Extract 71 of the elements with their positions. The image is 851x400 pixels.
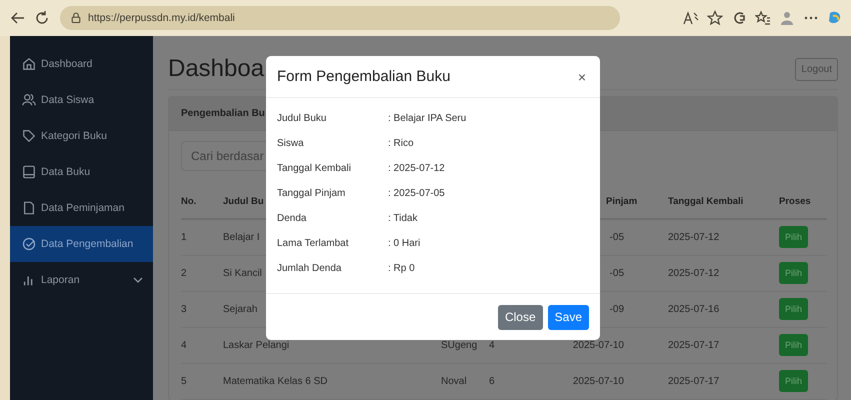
table-cell: 2025-07-10 — [572, 376, 624, 386]
field-value: : 2025-07-12 — [388, 163, 445, 174]
save-button[interactable]: Save — [548, 304, 589, 330]
back-icon[interactable] — [10, 10, 26, 26]
table-cell: 2025-07-16 — [668, 304, 720, 314]
table-cell: 2025-07-17 — [668, 340, 720, 350]
column-header: Judul Bu — [223, 196, 264, 207]
close-button[interactable]: Close — [498, 304, 543, 330]
logout-button[interactable]: Logout — [795, 58, 838, 80]
table-cell: Sejarah — [223, 304, 258, 314]
sidebar-item[interactable]: Kategori Buku — [10, 118, 153, 154]
sidebar-item[interactable]: Data Buku — [10, 154, 153, 190]
field-label: Jumlah Denda — [277, 263, 342, 274]
table-cell: 2 — [181, 268, 187, 278]
field-value: : Rico — [388, 138, 414, 149]
table-cell: 2025-07-12 — [668, 268, 720, 278]
table-cell: 4 — [181, 340, 187, 350]
tablet-icon — [22, 165, 36, 179]
sidebar-item[interactable]: Laporan — [10, 262, 153, 298]
reload-icon[interactable] — [34, 10, 50, 26]
modal-title: Form Pengembalian Buku — [277, 68, 450, 85]
url-text: https://perpussdn.my.id/kembali — [88, 12, 235, 24]
table-cell: Matematika Kelas 6 SD — [223, 376, 328, 386]
column-header: Pinjam — [606, 196, 638, 207]
sidebar-item[interactable]: Data Pengembalian — [10, 226, 153, 262]
field-value: : Belajar IPA Seru — [388, 113, 466, 124]
house-icon — [22, 57, 36, 71]
table-cell: 3 — [181, 304, 187, 314]
table-cell: 2025-07-17 — [668, 376, 720, 386]
chevron-down-icon[interactable] — [133, 275, 143, 285]
table-cell: 4 — [489, 340, 495, 350]
field-label: Lama Terlambat — [277, 238, 350, 249]
table-cell: Laskar Pelangi — [223, 340, 290, 350]
table-cell: -05 — [610, 232, 624, 243]
star-icon[interactable] — [707, 10, 723, 26]
table-cell: -05 — [610, 268, 624, 278]
table-cell: 2025-07-10 — [572, 340, 624, 350]
sidebar-item[interactable]: Dashboard — [10, 46, 153, 82]
table-cell: 1 — [181, 232, 187, 243]
favorites-icon[interactable] — [755, 10, 771, 26]
file-icon — [22, 201, 36, 215]
column-header: Proses — [779, 196, 811, 207]
table-cell: 6 — [489, 376, 495, 386]
check-circle-icon — [22, 237, 36, 251]
users-icon — [22, 93, 36, 107]
field-label: Tanggal Pinjam — [277, 188, 346, 199]
column-header: No. — [181, 196, 196, 207]
sidebar-item[interactable]: Data Siswa — [10, 82, 153, 118]
table-cell: SUgeng — [441, 340, 478, 350]
field-label: Tanggal Kembali — [277, 163, 352, 174]
table-cell: -09 — [610, 304, 624, 314]
field-value: : 0 Hari — [388, 238, 420, 249]
table-cell: 2025-07-12 — [668, 232, 720, 243]
field-label: Denda — [277, 213, 308, 224]
field-label: Siswa — [277, 138, 305, 149]
field-label: Judul Buku — [277, 113, 328, 124]
page-title: Dashboa — [168, 55, 264, 83]
table-cell: Si Kancil — [223, 268, 262, 278]
table-cell: Belajar I — [223, 232, 260, 243]
tag-icon — [22, 129, 36, 143]
column-header: Tanggal Kembali — [668, 196, 744, 207]
sidebar-item[interactable]: Data Peminjaman — [10, 190, 153, 226]
table-cell: Noval — [441, 376, 467, 386]
address-bar[interactable]: https://perpussdn.my.id/kembali — [60, 6, 620, 30]
field-value: : 2025-07-05 — [388, 188, 445, 199]
lock-icon — [70, 12, 82, 24]
table-cell: 5 — [181, 376, 187, 386]
field-value: : Tidak — [388, 213, 418, 224]
field-value: : Rp 0 — [388, 263, 415, 274]
read-aloud-icon[interactable] — [683, 10, 699, 26]
close-button[interactable]: × — [576, 68, 588, 84]
